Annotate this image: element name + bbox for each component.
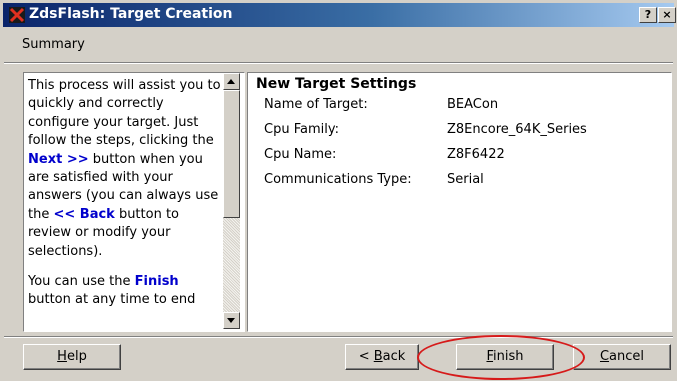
target-creation-dialog: ZdsFlash: Target Creation ? × Summary Th… bbox=[0, 0, 677, 381]
window-title: ZdsFlash: Target Creation bbox=[29, 6, 233, 22]
cancel-button[interactable]: Cancel bbox=[573, 344, 671, 370]
footer-divider bbox=[4, 336, 673, 338]
setting-label-cpu-family: Cpu Family: bbox=[264, 122, 339, 137]
setting-label-name: Name of Target: bbox=[264, 97, 368, 112]
scroll-up-button[interactable] bbox=[223, 73, 240, 90]
context-help-button[interactable]: ? bbox=[639, 7, 657, 23]
setting-label-comm-type: Communications Type: bbox=[264, 172, 412, 187]
finish-keyword: Finish bbox=[134, 274, 179, 290]
setting-label-cpu-name: Cpu Name: bbox=[264, 147, 337, 162]
page-title: Summary bbox=[22, 37, 85, 52]
scroll-thumb[interactable] bbox=[223, 90, 240, 218]
info-paragraph-2: You can use the Finish button at any tim… bbox=[28, 274, 196, 308]
close-button[interactable]: × bbox=[658, 7, 676, 23]
back-button[interactable]: < Back bbox=[345, 344, 419, 370]
settings-title: New Target Settings bbox=[256, 76, 417, 92]
arrow-up-icon bbox=[227, 79, 235, 84]
info-text-pane[interactable]: This process will assist you to quickly … bbox=[23, 72, 245, 332]
next-keyword: Next >> bbox=[28, 151, 89, 167]
setting-value-name: BEACon bbox=[447, 97, 499, 112]
header-divider bbox=[4, 62, 673, 64]
scroll-down-button[interactable] bbox=[223, 312, 240, 329]
setting-value-cpu-family: Z8Encore_64K_Series bbox=[447, 122, 587, 137]
finish-button[interactable]: Finish bbox=[456, 344, 554, 370]
info-paragraph-1: This process will assist you to quickly … bbox=[28, 78, 221, 259]
arrow-down-icon bbox=[227, 318, 235, 323]
setting-value-cpu-name: Z8F6422 bbox=[447, 147, 505, 162]
info-scrollbar[interactable] bbox=[223, 73, 240, 329]
info-text: This process will assist you to quickly … bbox=[28, 77, 224, 310]
setting-value-comm-type: Serial bbox=[447, 172, 484, 187]
back-keyword: << Back bbox=[53, 206, 115, 222]
help-button[interactable]: Help bbox=[23, 344, 121, 370]
settings-pane: New Target Settings Name of Target: BEAC… bbox=[247, 72, 672, 332]
title-bar[interactable]: ZdsFlash: Target Creation ? × bbox=[3, 3, 676, 27]
zdsflash-app-icon bbox=[9, 7, 25, 23]
